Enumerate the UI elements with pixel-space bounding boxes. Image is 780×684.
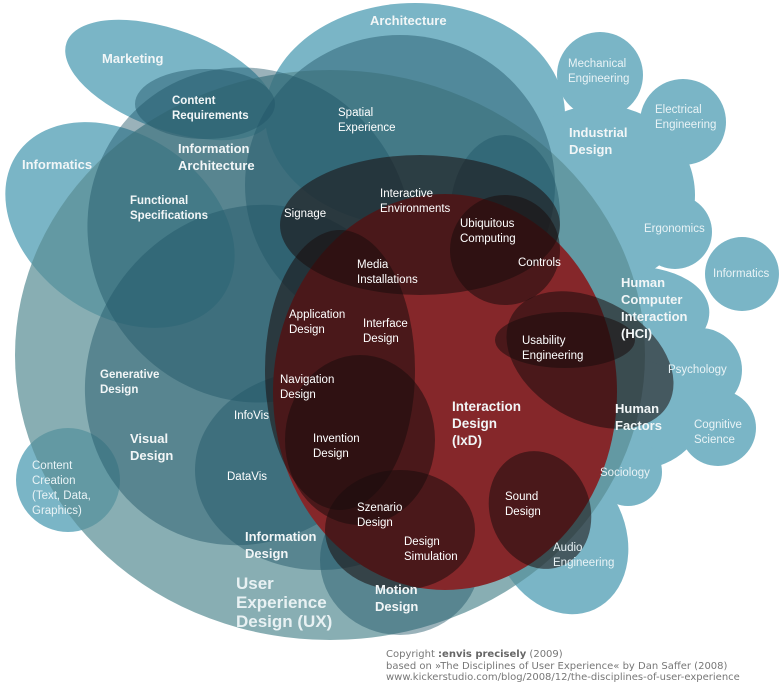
- label-architecture: Architecture: [370, 13, 447, 28]
- label-motion-design: Motion Design: [375, 582, 419, 614]
- label-signage: Signage: [284, 208, 327, 220]
- copyright-year: (2009): [526, 649, 563, 660]
- label-controls: Controls: [518, 257, 561, 269]
- label-electrical-engineering: Electrical Engineering: [655, 104, 717, 131]
- label-informatics-right: Informatics: [713, 268, 770, 280]
- label-information-design: Information Design: [245, 529, 317, 561]
- label-functional-specifications: Functional Specifications: [130, 195, 208, 222]
- label-sound-design: Sound Design: [505, 491, 541, 518]
- label-sociology: Sociology: [600, 467, 650, 479]
- label-user-experience-design: User Experience Design (UX): [236, 574, 333, 631]
- label-spatial-experience: Spatial Experience: [338, 107, 396, 134]
- label-information-architecture: Information Architecture: [178, 141, 255, 173]
- label-usability-engineering: Usability Engineering: [522, 335, 584, 362]
- label-visual-design: Visual Design: [130, 431, 174, 463]
- label-hci: Human Computer Interaction (HCI): [621, 275, 688, 341]
- ubiquitous-computing-shape: [450, 195, 560, 305]
- label-application-design: Application Design: [289, 309, 346, 336]
- source-url[interactable]: www.kickerstudio.com/blog/2008/12/the-di…: [386, 672, 740, 683]
- label-cognitive-science: Cognitive Science: [694, 419, 742, 446]
- label-audio-engineering: Audio Engineering: [553, 542, 615, 569]
- label-mechanical-engineering: Mechanical Engineering: [568, 58, 630, 85]
- label-interface-design: Interface Design: [363, 318, 408, 345]
- label-content-creation: Content Creation (Text, Data, Graphics): [32, 460, 91, 517]
- label-design-simulation: Design Simulation: [404, 536, 458, 563]
- label-szenario-design: Szenario Design: [357, 502, 403, 529]
- based-on: based on »The Disciplines of User Experi…: [386, 660, 728, 672]
- label-marketing: Marketing: [102, 51, 164, 66]
- label-industrial-design: Industrial Design: [569, 125, 628, 157]
- label-ubiquitous-computing: Ubiquitous Computing: [460, 218, 516, 245]
- credits: Copyright :envis precisely (2009) based …: [386, 649, 740, 684]
- label-navigation-design: Navigation Design: [280, 374, 335, 401]
- label-media-installations: Media Installations: [357, 259, 418, 286]
- label-interactive-environments: Interactive Environments: [380, 188, 451, 215]
- copyright-prefix: Copyright: [386, 649, 439, 660]
- copyright-org: :envis precisely: [438, 649, 527, 660]
- label-datavis: DataVis: [227, 471, 268, 483]
- label-invention-design: Invention Design: [313, 433, 360, 460]
- label-generative-design: Generative Design: [100, 369, 160, 396]
- label-content-requirements: Content Requirements: [172, 95, 249, 122]
- label-psychology: Psychology: [668, 364, 727, 376]
- label-infovis: InfoVis: [234, 410, 269, 422]
- label-informatics-left: Informatics: [22, 157, 93, 172]
- label-interaction-design: Interaction Design (IxD): [452, 399, 522, 448]
- label-ergonomics: Ergonomics: [644, 223, 705, 235]
- label-human-factors: Human Factors: [615, 401, 662, 433]
